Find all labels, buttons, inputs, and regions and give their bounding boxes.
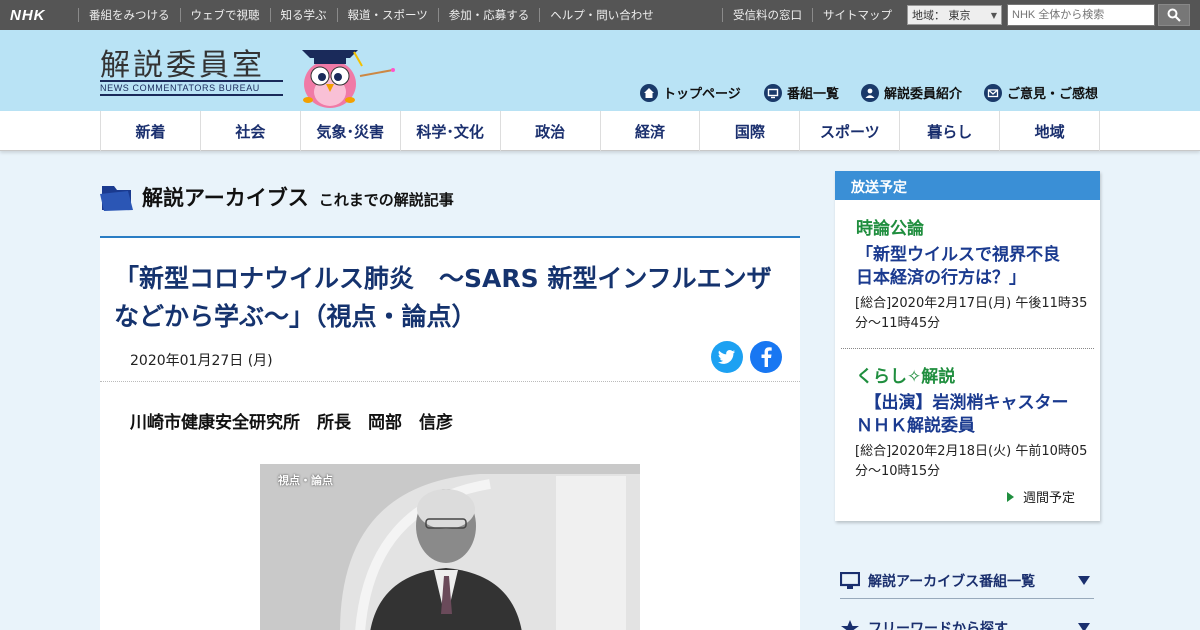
tab-economy[interactable]: 経済 <box>601 111 701 151</box>
nav-commentators-label: 解説委員紹介 <box>884 87 963 102</box>
person-icon <box>861 83 879 102</box>
free-word-search-menu[interactable]: フリーワードから探す <box>840 610 1094 630</box>
triangle-right-icon <box>1007 491 1014 502</box>
toplink-watch-web[interactable]: ウェブで視聴 <box>179 8 270 22</box>
toplink-help[interactable]: ヘルプ・問い合わせ <box>539 8 664 22</box>
nhk-logo[interactable]: NHK <box>0 7 78 24</box>
archive-heading: 解説アーカイブス これまでの解説記事 <box>100 182 454 212</box>
toplink-find-programs[interactable]: 番組をみつける <box>78 8 180 22</box>
facebook-icon <box>761 347 772 367</box>
search-icon <box>1167 8 1181 22</box>
tab-science-culture[interactable]: 科学･文化 <box>401 111 501 151</box>
program-time: [総合]2020年2月18日(火) 午前10時05分～10時15分 <box>855 444 1088 479</box>
chevron-down-icon: ▼ <box>990 10 997 20</box>
nav-top-page-label: トップページ <box>663 87 741 102</box>
nav-program-list[interactable]: 番組一覧 <box>764 83 839 102</box>
facebook-share-button[interactable] <box>750 341 782 373</box>
archive-subtitle: これまでの解説記事 <box>318 191 454 209</box>
tab-new[interactable]: 新着 <box>101 111 201 151</box>
divider <box>841 348 1094 349</box>
twitter-icon <box>718 350 735 364</box>
free-word-search-label: フリーワードから探す <box>868 620 1008 630</box>
toplink-sitemap[interactable]: サイトマップ <box>812 8 902 22</box>
tab-international[interactable]: 国際 <box>700 111 801 151</box>
top-links-right: 受信料の窓口 サイトマップ <box>722 0 902 30</box>
tab-politics[interactable]: 政治 <box>501 111 601 151</box>
site-header: 解説委員室 NEWS COMMENTATORS BUREAU トップページ 番組… <box>0 30 1200 111</box>
nav-top-page[interactable]: トップページ <box>640 83 741 102</box>
mail-icon <box>984 83 1002 102</box>
tab-region[interactable]: 地域 <box>1000 111 1101 151</box>
broadcast-schedule: 放送予定 時論公論 「新型ウイルスで視界不良 日本経済の行方は？」 [総合]20… <box>835 171 1100 521</box>
toplink-news-sports[interactable]: 報道・スポーツ <box>336 8 438 22</box>
search-button[interactable] <box>1158 4 1190 26</box>
weekly-schedule-link[interactable]: 週間予定 <box>1007 487 1075 506</box>
chevron-down-icon <box>1078 623 1090 630</box>
article-date: 2020年01月27日 (月) <box>130 353 273 369</box>
archive-title: 解説アーカイブス <box>142 186 309 210</box>
region-select[interactable]: 地域： 東京 ▼ <box>907 5 1002 25</box>
toplink-participate[interactable]: 参加・応募する <box>437 8 540 22</box>
archive-program-list-menu[interactable]: 解説アーカイブス番組一覧 <box>840 563 1094 599</box>
top-links: 番組をみつける ウェブで視聴 知る学ぶ 報道・スポーツ 参加・応募する ヘルプ・… <box>78 0 664 30</box>
search-input[interactable] <box>1007 4 1155 26</box>
speaker-photo-illustration <box>260 464 640 630</box>
twitter-share-button[interactable] <box>711 341 743 373</box>
owl-mascot-icon <box>302 50 395 108</box>
article-title: 「新型コロナウイルス肺炎 ～SARS 新型インフルエンザなどから学ぶ～」（視点・… <box>114 264 772 331</box>
toplink-learn[interactable]: 知る学ぶ <box>269 8 337 22</box>
program-name[interactable]: 時論公論 <box>856 214 924 239</box>
top-bar: NHK 番組をみつける ウェブで視聴 知る学ぶ 報道・スポーツ 参加・応募する … <box>0 0 1200 30</box>
site-title[interactable]: 解説委員室 <box>100 40 265 84</box>
archive-program-list-label: 解説アーカイブス番組一覧 <box>868 573 1036 590</box>
home-icon <box>640 83 658 102</box>
article-photo: 視点・論点 <box>260 464 640 630</box>
divider <box>100 381 800 382</box>
tv-icon <box>764 83 782 102</box>
category-nav: 新着 社会 気象･災害 科学･文化 政治 経済 国際 スポーツ 暮らし 地域 <box>0 111 1200 151</box>
folder-icon <box>100 186 133 211</box>
nav-feedback[interactable]: ご意見・ご感想 <box>984 83 1098 102</box>
nav-commentators[interactable]: 解説委員紹介 <box>861 83 962 102</box>
nav-program-list-label: 番組一覧 <box>787 87 840 102</box>
photo-caption: 視点・論点 <box>278 474 333 487</box>
nav-feedback-label: ご意見・ご感想 <box>1007 87 1099 102</box>
tab-weather-disaster[interactable]: 気象･災害 <box>301 111 401 151</box>
weekly-schedule-label: 週間予定 <box>1023 491 1076 506</box>
tv-icon <box>840 571 860 589</box>
program-title[interactable]: 「新型ウイルスで視界不良 日本経済の行方は？」 <box>856 244 1086 290</box>
toplink-fees[interactable]: 受信料の窓口 <box>722 8 812 22</box>
tab-sports[interactable]: スポーツ <box>800 111 901 151</box>
star-icon <box>841 619 859 630</box>
program-time: [総合]2020年2月17日(月) 午後11時35分～11時45分 <box>855 296 1088 331</box>
program-title[interactable]: 【出演】岩渕梢キャスター ＮＨＫ解説委員 <box>856 392 1086 438</box>
tab-society[interactable]: 社会 <box>201 111 301 151</box>
tab-living[interactable]: 暮らし <box>900 111 1001 151</box>
program-name[interactable]: くらし✧解説 <box>856 362 955 387</box>
site-subtitle: NEWS COMMENTATORS BUREAU <box>100 80 283 96</box>
region-select-label: 地域： 東京 <box>912 9 971 22</box>
article-card: 「新型コロナウイルス肺炎 ～SARS 新型インフルエンザなどから学ぶ～」（視点・… <box>100 236 800 630</box>
schedule-heading: 放送予定 <box>835 171 1100 200</box>
article-author: 川崎市健康安全研究所 所長 岡部 信彦 <box>130 413 453 433</box>
chevron-down-icon <box>1078 576 1090 585</box>
